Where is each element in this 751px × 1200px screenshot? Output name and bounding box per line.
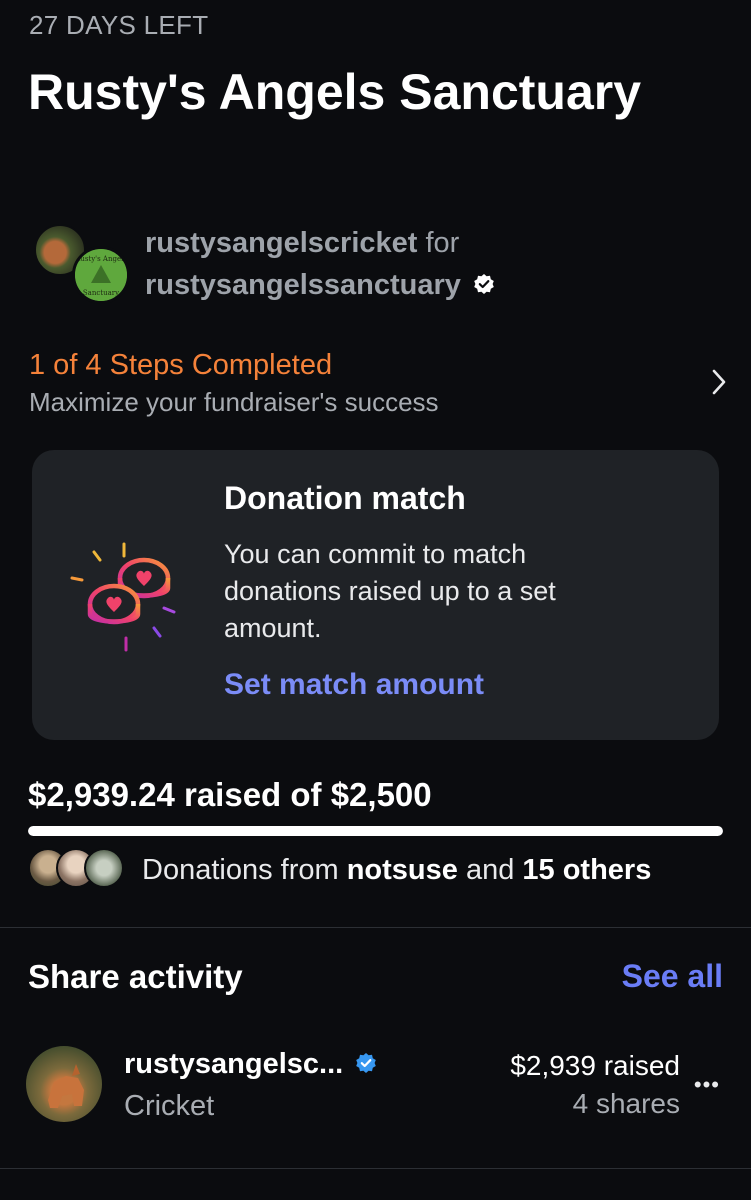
- sharer-avatar[interactable]: [26, 1046, 102, 1122]
- donor-avatar: [84, 848, 124, 888]
- sharer-username: rustysangelsc...: [124, 1048, 344, 1080]
- other-donors[interactable]: 15 others: [522, 854, 651, 886]
- match-card-body: You can commit to match donations raised…: [224, 539, 556, 643]
- coin-hearts-icon: [64, 534, 194, 669]
- set-match-amount-link[interactable]: Set match amount: [224, 668, 484, 702]
- match-card-title: Donation match: [224, 480, 466, 516]
- share-activity-item[interactable]: rustysangelsc... Cricket $2,939 raised 4…: [26, 1046, 726, 1130]
- days-left-label: 27 DAYS LEFT: [29, 10, 209, 40]
- fundraiser-progress-bar: [28, 826, 723, 836]
- organizer-text: rustysangelscricket for rustysangelssanc…: [145, 222, 495, 307]
- organizer-row[interactable]: Rusty's Angels Sanctuary rustysangelscri…: [30, 222, 730, 306]
- sharer-subtitle: Cricket: [124, 1090, 215, 1122]
- beneficiary-username[interactable]: rustysangelssanctuary: [145, 269, 461, 301]
- verified-badge-icon: [473, 265, 495, 307]
- chevron-right-icon[interactable]: [711, 368, 727, 401]
- first-donor[interactable]: notsuse: [347, 854, 458, 886]
- donation-match-card: Donation match You can commit to match d…: [32, 450, 719, 740]
- steps-progress-row[interactable]: 1 of 4 Steps Completed Maximize your fun…: [29, 346, 729, 426]
- more-horizontal-icon[interactable]: •••: [694, 1072, 720, 1098]
- amount-raised: $2,939.24 raised of $2,500: [28, 776, 432, 813]
- logo-text-top: Rusty's Angels: [75, 255, 127, 263]
- share-activity-title: Share activity: [28, 958, 243, 995]
- steps-title: 1 of 4 Steps Completed: [29, 349, 333, 381]
- see-all-link[interactable]: See all: [622, 958, 723, 995]
- logo-text-bottom: Sanctuary: [83, 289, 119, 297]
- for-label: for: [425, 227, 460, 259]
- donations-row[interactable]: Donations from notsuse and 15 others: [28, 846, 738, 896]
- fundraiser-title: Rusty's Angels Sanctuary: [28, 64, 642, 120]
- section-divider: [0, 1168, 751, 1169]
- fundraiser-page: 27 DAYS LEFT Rusty's Angels Sanctuary Ru…: [0, 0, 751, 1200]
- organizer-username[interactable]: rustysangelscricket: [145, 227, 417, 259]
- verified-badge-icon: [355, 1049, 377, 1082]
- steps-subtitle: Maximize your fundraiser's success: [29, 387, 439, 417]
- progress-fill: [28, 826, 723, 836]
- sharer-name: rustysangelsc...: [124, 1048, 377, 1082]
- donations-summary: Donations from notsuse and 15 others: [142, 854, 651, 887]
- donations-prefix: Donations from: [142, 854, 347, 886]
- sharer-amount-raised: $2,939 raised: [510, 1050, 680, 1081]
- beneficiary-avatar[interactable]: Rusty's Angels Sanctuary: [72, 246, 130, 304]
- sharer-share-count: 4 shares: [572, 1088, 680, 1119]
- donations-and: and: [457, 854, 523, 886]
- section-divider: [0, 927, 751, 928]
